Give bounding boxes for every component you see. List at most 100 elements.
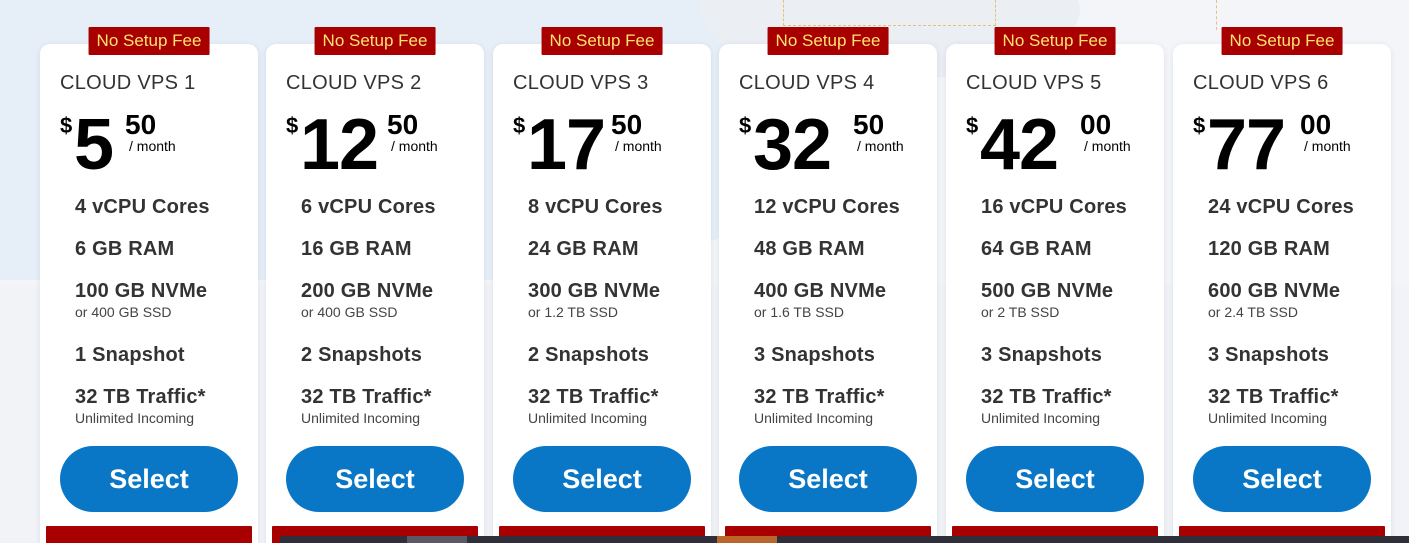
feature-cpu: 6 vCPU Cores xyxy=(301,196,436,218)
feature-storage: 100 GB NVMe or 400 GB SSD xyxy=(75,280,255,320)
price-whole: 77 xyxy=(1207,105,1286,185)
price-cents: 50 xyxy=(125,109,157,140)
price-period: / month xyxy=(1084,138,1131,154)
feature-traffic-note: Unlimited Incoming xyxy=(301,410,421,426)
feature-storage: 400 GB NVMe or 1.6 TB SSD xyxy=(754,280,934,320)
pricing-card-vps-5: No Setup Fee CLOUD VPS 5 $ 42 00 / month… xyxy=(946,27,1164,543)
feature-storage: 300 GB NVMe or 1.2 TB SSD xyxy=(528,280,708,320)
feature-storage-alt: or 1.6 TB SSD xyxy=(754,304,845,320)
price-period: / month xyxy=(857,138,904,154)
feature-traffic-note: Unlimited Incoming xyxy=(1208,410,1328,426)
feature-traffic-note: Unlimited Incoming xyxy=(981,410,1101,426)
feature-storage-alt: or 2.4 TB SSD xyxy=(1208,304,1299,320)
price-whole: 17 xyxy=(527,105,606,185)
feature-storage-alt: or 2 TB SSD xyxy=(981,304,1060,320)
feature-ram: 120 GB RAM xyxy=(1208,238,1331,260)
feature-snapshots: 2 Snapshots xyxy=(301,344,423,366)
price-cents: 00 xyxy=(1300,109,1332,140)
currency-symbol: $ xyxy=(513,113,526,138)
price-whole: 12 xyxy=(300,105,379,185)
currency-symbol: $ xyxy=(286,113,299,138)
no-setup-fee-badge: No Setup Fee xyxy=(767,27,889,55)
plan-name: CLOUD VPS 1 xyxy=(60,72,196,94)
no-setup-fee-badge: No Setup Fee xyxy=(994,27,1116,55)
feature-ram: 6 GB RAM xyxy=(75,238,175,260)
feature-traffic: 32 TB Traffic* Unlimited Incoming xyxy=(528,386,708,426)
select-button[interactable]: Select xyxy=(286,446,464,512)
plan-price: $ 5 50 / month xyxy=(60,105,250,185)
price-cents: 00 xyxy=(1080,109,1112,140)
scrollbar-segment xyxy=(407,536,467,543)
plan-price: $ 32 50 / month xyxy=(739,105,929,185)
feature-cpu: 8 vCPU Cores xyxy=(528,196,663,218)
currency-symbol: $ xyxy=(60,113,73,138)
pricing-card-vps-4: No Setup Fee CLOUD VPS 4 $ 32 50 / month… xyxy=(719,27,937,543)
bottom-scrollbar[interactable] xyxy=(280,536,1409,543)
plan-name: CLOUD VPS 6 xyxy=(1193,72,1329,94)
scrollbar-thumb[interactable] xyxy=(717,536,777,543)
feature-traffic-note: Unlimited Incoming xyxy=(75,410,195,426)
currency-symbol: $ xyxy=(1193,113,1206,138)
feature-storage: 500 GB NVMe or 2 TB SSD xyxy=(981,280,1161,320)
feature-storage-alt: or 1.2 TB SSD xyxy=(528,304,619,320)
price-whole: 42 xyxy=(980,105,1059,185)
feature-traffic: 32 TB Traffic* Unlimited Incoming xyxy=(301,386,481,426)
plan-price: $ 42 00 / month xyxy=(966,105,1156,185)
plan-price: $ 12 50 / month xyxy=(286,105,476,185)
currency-symbol: $ xyxy=(966,113,979,138)
feature-traffic-note: Unlimited Incoming xyxy=(754,410,874,426)
feature-cpu: 12 vCPU Cores xyxy=(754,196,900,218)
feature-traffic-note: Unlimited Incoming xyxy=(528,410,648,426)
feature-traffic: 32 TB Traffic* Unlimited Incoming xyxy=(1208,386,1388,426)
price-period: / month xyxy=(615,138,662,154)
bottom-badge xyxy=(46,526,252,543)
price-period: / month xyxy=(129,138,176,154)
feature-cpu: 16 vCPU Cores xyxy=(981,196,1127,218)
no-setup-fee-badge: No Setup Fee xyxy=(88,27,210,55)
price-cents: 50 xyxy=(387,109,419,140)
pricing-card-vps-3: No Setup Fee CLOUD VPS 3 $ 17 50 / month… xyxy=(493,27,711,543)
price-whole: 32 xyxy=(753,105,832,185)
feature-storage-alt: or 400 GB SSD xyxy=(301,304,398,320)
feature-storage-alt: or 400 GB SSD xyxy=(75,304,172,320)
feature-ram: 48 GB RAM xyxy=(754,238,865,260)
select-button[interactable]: Select xyxy=(60,446,238,512)
select-button[interactable]: Select xyxy=(739,446,917,512)
price-period: / month xyxy=(1304,138,1351,154)
price-whole: 5 xyxy=(74,105,114,185)
feature-traffic: 32 TB Traffic* Unlimited Incoming xyxy=(754,386,934,426)
select-button[interactable]: Select xyxy=(1193,446,1371,512)
plan-price: $ 17 50 / month xyxy=(513,105,703,185)
select-button[interactable]: Select xyxy=(966,446,1144,512)
feature-snapshots: 1 Snapshot xyxy=(75,344,185,366)
feature-cpu: 24 vCPU Cores xyxy=(1208,196,1354,218)
pricing-cards: No Setup Fee CLOUD VPS 1 $ 5 50 / month … xyxy=(0,0,1409,543)
feature-snapshots: 2 Snapshots xyxy=(528,344,650,366)
feature-traffic: 32 TB Traffic* Unlimited Incoming xyxy=(981,386,1161,426)
no-setup-fee-badge: No Setup Fee xyxy=(541,27,663,55)
plan-name: CLOUD VPS 3 xyxy=(513,72,649,94)
feature-storage: 200 GB NVMe or 400 GB SSD xyxy=(301,280,481,320)
feature-ram: 16 GB RAM xyxy=(301,238,412,260)
pricing-card-vps-6: No Setup Fee CLOUD VPS 6 $ 77 00 / month… xyxy=(1173,27,1391,543)
plan-price: $ 77 00 / month xyxy=(1193,105,1383,185)
price-cents: 50 xyxy=(853,109,885,140)
feature-storage: 600 GB NVMe or 2.4 TB SSD xyxy=(1208,280,1388,320)
feature-ram: 64 GB RAM xyxy=(981,238,1092,260)
currency-symbol: $ xyxy=(739,113,752,138)
feature-cpu: 4 vCPU Cores xyxy=(75,196,210,218)
pricing-card-vps-2: No Setup Fee CLOUD VPS 2 $ 12 50 / month… xyxy=(266,27,484,543)
plan-name: CLOUD VPS 2 xyxy=(286,72,422,94)
feature-traffic: 32 TB Traffic* Unlimited Incoming xyxy=(75,386,255,426)
feature-snapshots: 3 Snapshots xyxy=(1208,344,1330,366)
plan-name: CLOUD VPS 5 xyxy=(966,72,1102,94)
plan-name: CLOUD VPS 4 xyxy=(739,72,875,94)
feature-snapshots: 3 Snapshots xyxy=(754,344,876,366)
pricing-card-vps-1: No Setup Fee CLOUD VPS 1 $ 5 50 / month … xyxy=(40,27,258,543)
no-setup-fee-badge: No Setup Fee xyxy=(1221,27,1343,55)
feature-snapshots: 3 Snapshots xyxy=(981,344,1103,366)
price-cents: 50 xyxy=(611,109,643,140)
price-period: / month xyxy=(391,138,438,154)
feature-ram: 24 GB RAM xyxy=(528,238,639,260)
select-button[interactable]: Select xyxy=(513,446,691,512)
